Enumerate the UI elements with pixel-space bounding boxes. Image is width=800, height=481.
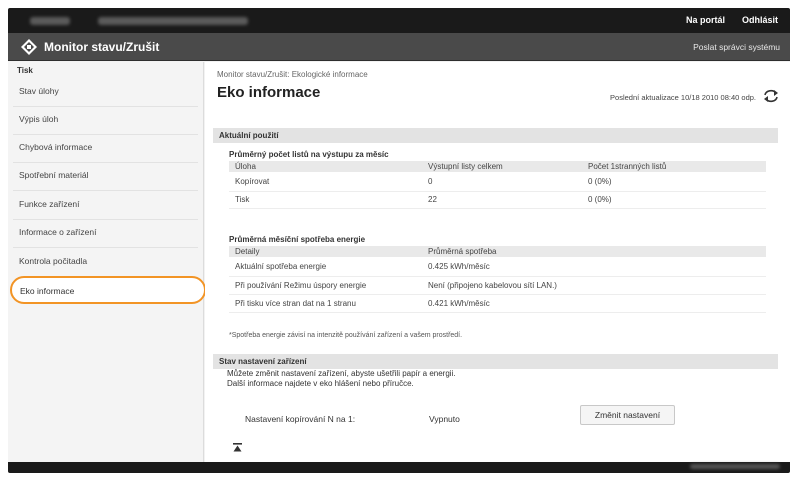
table-cell: 0 (0%) (582, 191, 766, 209)
app-header: Monitor stavu/Zrušit Poslat správci syst… (8, 33, 790, 61)
n-on-1-copy-label: Nastavení kopírování N na 1: (245, 414, 356, 424)
top-bar: Na portál Odhlásit (8, 8, 790, 33)
column-header: Průměrná spotřeba (422, 246, 766, 257)
table-row: Kopírovat 0 0 (0%) (229, 172, 766, 192)
divider (13, 162, 198, 163)
change-settings-button[interactable]: Změnit nastavení (580, 405, 675, 425)
last-update-text: Poslední aktualizace 10/18 2010 08:40 od… (610, 93, 756, 102)
sidebar-item-eco-info[interactable]: Eko informace (10, 276, 206, 304)
section-heading: Stav nastavení zařízení (219, 357, 307, 366)
divider (13, 219, 198, 220)
bottom-bar (8, 462, 790, 473)
table-cell: Není (připojeno kabelovou sítí LAN.) (422, 276, 766, 295)
sidebar-item-device-features[interactable]: Funkce zařízení (19, 199, 79, 209)
browser-window: Na portál Odhlásit Monitor stavu/Zrušit … (8, 8, 790, 473)
blurred-text (30, 17, 70, 25)
table-cell: Tisk (229, 191, 422, 209)
divider (13, 106, 198, 107)
portal-link[interactable]: Na portál (686, 15, 725, 25)
table-cell: Aktuální spotřeba energie (229, 257, 422, 277)
table-cell: 22 (422, 191, 582, 209)
sidebar-item-label: Eko informace (20, 286, 75, 296)
table-row: Aktuální spotřeba energie 0.425 kWh/měsí… (229, 257, 766, 277)
table-cell: 0.421 kWh/měsíc (422, 294, 766, 313)
blurred-text (98, 17, 248, 25)
energy-table: Detaily Průměrná spotřeba Aktuální spotř… (229, 246, 766, 313)
refresh-icon[interactable] (762, 88, 780, 104)
current-usage-header: Aktuální použití (213, 128, 778, 143)
column-header: Výstupní listy celkem (422, 161, 582, 172)
back-to-top-icon[interactable] (233, 443, 242, 452)
column-header: Detaily (229, 246, 422, 257)
table-cell: Kopírovat (229, 172, 422, 192)
sidebar-item-device-info[interactable]: Informace o zařízení (19, 227, 96, 237)
table-cell: 0 (0%) (582, 172, 766, 192)
table-cell: Při používání Režimu úspory energie (229, 276, 422, 295)
sidebar-item-counter-check[interactable]: Kontrola počitadla (19, 256, 87, 266)
table-row: Při tisku více stran dat na 1 stranu 0.4… (229, 294, 766, 313)
sidebar-item-job-status[interactable]: Stav úlohy (19, 86, 59, 96)
send-to-admin-link[interactable]: Poslat správci systému (693, 42, 780, 52)
section-heading: Aktuální použití (219, 131, 279, 140)
app-title: Monitor stavu/Zrušit (44, 40, 160, 54)
table-header-row: Úloha Výstupní listy celkem Počet 1stran… (229, 161, 766, 172)
main-content: Monitor stavu/Zrušit: Ekologické informa… (205, 62, 790, 462)
pages-table: Úloha Výstupní listy celkem Počet 1stran… (229, 161, 766, 209)
sidebar-item-consumables[interactable]: Spotřební materiál (19, 170, 88, 180)
logout-link[interactable]: Odhlásit (742, 15, 778, 25)
divider (13, 190, 198, 191)
column-header: Počet 1stranných listů (582, 161, 766, 172)
table-cell: 0 (422, 172, 582, 192)
page-title: Eko informace (217, 84, 321, 101)
sidebar: Tisk Stav úlohy Výpis úloh Chybová infor… (8, 62, 206, 462)
table-row: Při používání Režimu úspory energie Není… (229, 276, 766, 295)
energy-footnote: *Spotřeba energie závisí na intenzitě po… (229, 332, 463, 339)
settings-header: Stav nastavení zařízení (213, 354, 778, 369)
pages-subtitle: Průměrný počet listů na výstupu za měsíc (229, 150, 389, 159)
n-on-1-copy-value: Vypnuto (429, 414, 460, 424)
sidebar-item-error-info[interactable]: Chybová informace (19, 142, 92, 152)
column-header: Úloha (229, 161, 422, 172)
sidebar-item-job-log[interactable]: Výpis úloh (19, 114, 58, 124)
settings-description: Můžete změnit nastavení zařízení, abyste… (227, 369, 456, 378)
table-cell: Při tisku více stran dat na 1 stranu (229, 294, 422, 313)
table-row: Tisk 22 0 (0%) (229, 191, 766, 209)
table-header-row: Detaily Průměrná spotřeba (229, 246, 766, 257)
canon-remote-ui-logo-icon (21, 39, 37, 55)
energy-subtitle: Průměrná měsíční spotřeba energie (229, 235, 366, 244)
breadcrumb[interactable]: Monitor stavu/Zrušit: Ekologické informa… (217, 70, 368, 79)
divider (13, 134, 198, 135)
sidebar-group-print: Tisk (17, 66, 33, 75)
divider (13, 247, 198, 248)
blurred-text (690, 464, 780, 469)
settings-more-info: Další informace najdete v eko hlášení ne… (227, 379, 414, 388)
table-cell: 0.425 kWh/měsíc (422, 257, 766, 277)
